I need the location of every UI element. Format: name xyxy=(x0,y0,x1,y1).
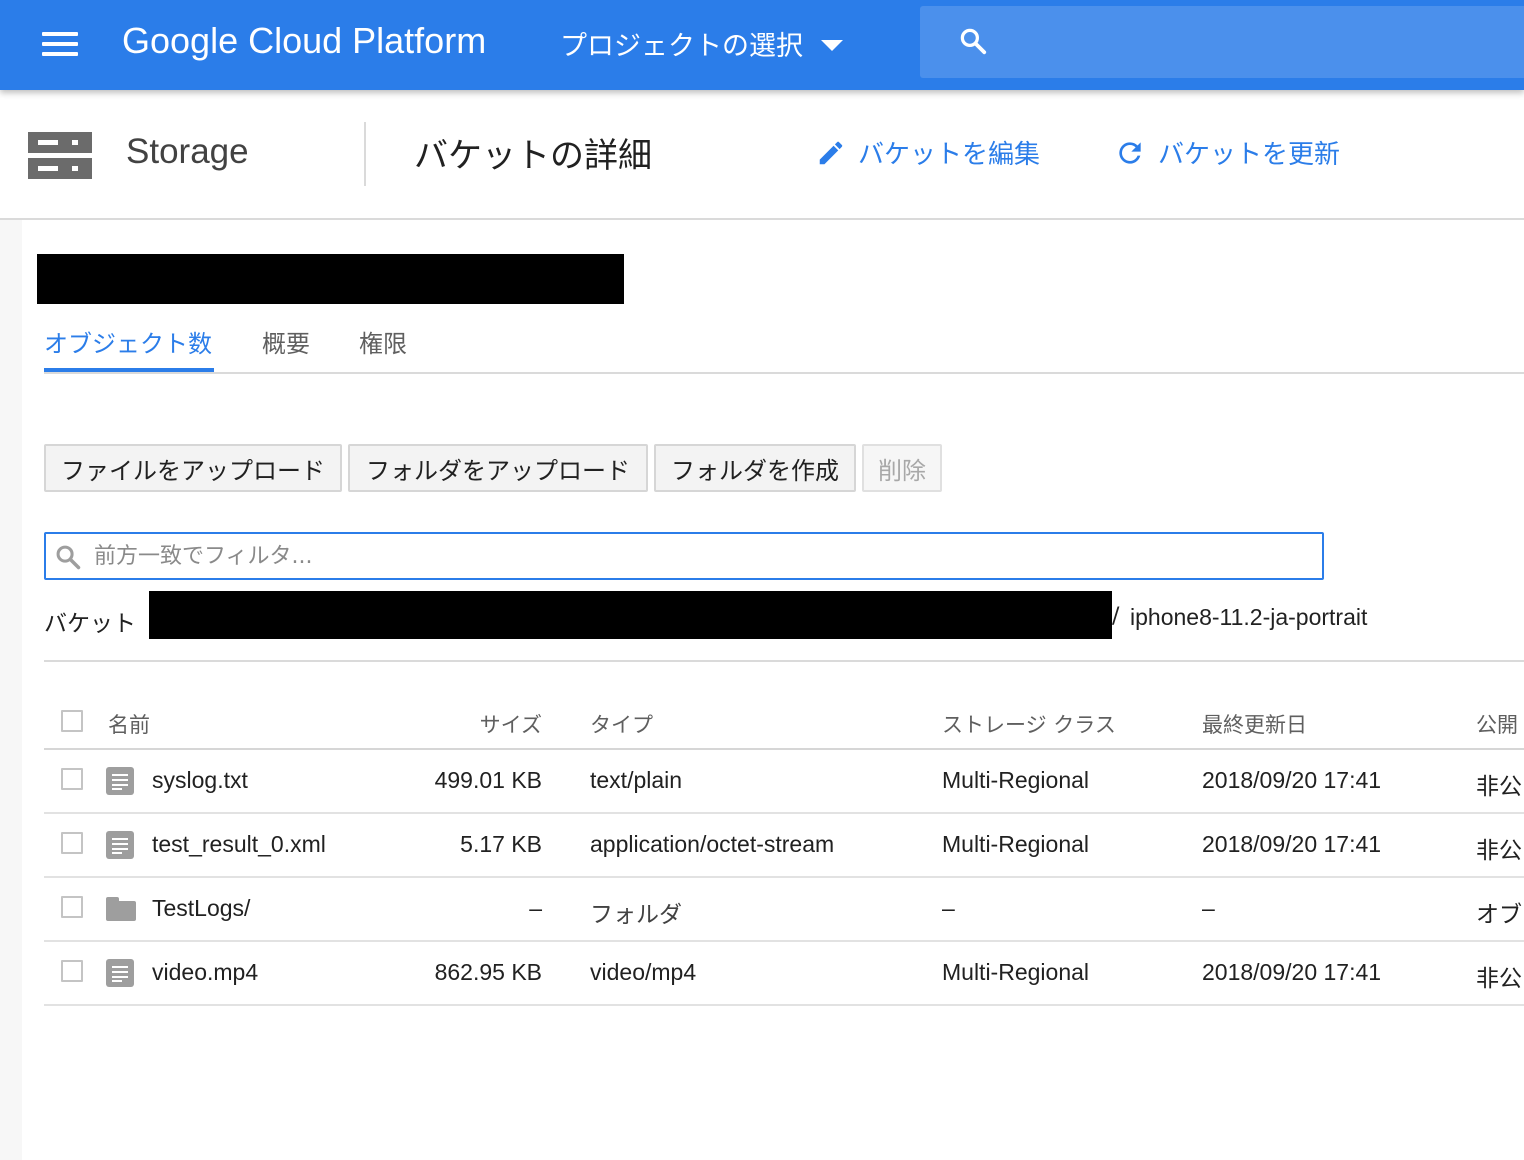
object-type: text/plain xyxy=(590,767,683,793)
breadcrumb-bucket-label[interactable]: バケット xyxy=(44,604,136,638)
edit-bucket-button[interactable]: バケットを編集 xyxy=(816,134,1040,171)
project-select-dropdown[interactable]: プロジェクトの選択 xyxy=(560,24,843,63)
storage-icon xyxy=(28,132,92,180)
tab-permissions[interactable]: 権限 xyxy=(359,324,407,359)
object-storage-class: Multi-Regional xyxy=(942,959,1090,985)
breadcrumb-current-folder: iphone8-11.2-ja-portrait xyxy=(1130,604,1368,630)
header-storage-class[interactable]: ストレージ クラス xyxy=(942,709,1116,739)
object-name[interactable]: test_result_0.xml xyxy=(152,831,326,858)
object-storage-class: – xyxy=(942,895,955,921)
top-app-bar: Google Cloud Platform プロジェクトの選択 xyxy=(0,0,1524,90)
object-public: オブ xyxy=(1476,901,1522,927)
object-type: application/octet-stream xyxy=(590,831,835,857)
project-select-label: プロジェクトの選択 xyxy=(560,31,803,62)
table-row: video.mp4 862.95 KB video/mp4 Multi-Regi… xyxy=(44,942,1524,1006)
object-size: 499.01 KB xyxy=(434,767,542,793)
table-row: syslog.txt 499.01 KB text/plain Multi-Re… xyxy=(44,750,1524,814)
file-icon xyxy=(106,831,134,859)
row-checkbox[interactable] xyxy=(61,960,83,982)
create-folder-button[interactable]: フォルダを作成 xyxy=(654,444,856,492)
file-icon xyxy=(106,959,134,987)
redacted-bucket-path xyxy=(149,591,1112,639)
object-last-modified: – xyxy=(1202,895,1215,921)
tab-objects[interactable]: オブジェクト数 xyxy=(44,324,212,359)
product-name[interactable]: Google Cloud Platform xyxy=(122,20,486,62)
object-size: – xyxy=(529,895,542,921)
section-title: Storage xyxy=(126,132,249,171)
hamburger-menu-icon[interactable] xyxy=(40,28,80,62)
header-size[interactable]: サイズ xyxy=(480,709,542,739)
breadcrumb-separator: / xyxy=(1112,604,1120,629)
refresh-icon xyxy=(1119,141,1141,164)
left-gutter xyxy=(0,220,22,1160)
redacted-bucket-name xyxy=(37,254,624,304)
prefix-filter[interactable] xyxy=(44,532,1324,580)
refresh-bucket-button[interactable]: バケットを更新 xyxy=(1114,134,1340,171)
breadcrumb-divider xyxy=(44,660,1524,662)
header-divider xyxy=(364,122,366,186)
search-icon xyxy=(56,545,81,570)
table-header-row: 名前 サイズ タイプ ストレージ クラス 最終更新日 公開 xyxy=(44,694,1524,750)
object-size: 862.95 KB xyxy=(434,959,542,985)
page-header: Storage バケットの詳細 バケットを編集 バケットを更新 xyxy=(0,90,1524,220)
object-last-modified: 2018/09/20 17:41 xyxy=(1202,767,1382,793)
row-checkbox[interactable] xyxy=(61,768,83,790)
search-icon xyxy=(960,28,987,55)
pencil-icon xyxy=(819,141,843,164)
object-name[interactable]: video.mp4 xyxy=(152,959,258,986)
tab-overview[interactable]: 概要 xyxy=(262,324,310,359)
delete-button[interactable]: 削除 xyxy=(862,444,942,492)
header-public[interactable]: 公開 xyxy=(1476,709,1518,739)
header-name[interactable]: 名前 xyxy=(108,709,150,739)
object-type: video/mp4 xyxy=(590,959,697,985)
tabs-divider xyxy=(44,372,1524,374)
table-row: test_result_0.xml 5.17 KB application/oc… xyxy=(44,814,1524,878)
object-storage-class: Multi-Regional xyxy=(942,831,1090,857)
row-checkbox[interactable] xyxy=(61,896,83,918)
object-storage-class: Multi-Regional xyxy=(942,767,1090,793)
header-last-modified[interactable]: 最終更新日 xyxy=(1202,709,1307,739)
folder-icon xyxy=(106,897,136,921)
object-public: 非公 xyxy=(1476,837,1522,863)
object-public: 非公 xyxy=(1476,773,1522,799)
object-name[interactable]: syslog.txt xyxy=(152,767,248,794)
filter-input[interactable] xyxy=(94,540,1294,572)
row-checkbox[interactable] xyxy=(61,832,83,854)
upload-folder-button[interactable]: フォルダをアップロード xyxy=(348,444,648,492)
page-title: バケットの詳細 xyxy=(414,136,652,176)
upload-files-button[interactable]: ファイルをアップロード xyxy=(44,444,342,492)
header-type[interactable]: タイプ xyxy=(590,709,653,739)
object-size: 5.17 KB xyxy=(460,831,542,857)
search-bar[interactable] xyxy=(920,6,1524,78)
object-last-modified: 2018/09/20 17:41 xyxy=(1202,831,1382,857)
table-row: TestLogs/ – フォルダ – – オブ xyxy=(44,878,1524,942)
object-public: 非公 xyxy=(1476,965,1522,991)
object-type: フォルダ xyxy=(590,902,682,928)
edit-bucket-label: バケットを編集 xyxy=(858,140,1041,170)
file-icon xyxy=(106,767,134,795)
select-all-checkbox[interactable] xyxy=(61,710,83,732)
refresh-bucket-label: バケットを更新 xyxy=(1158,140,1341,170)
object-name[interactable]: TestLogs/ xyxy=(152,895,250,922)
object-last-modified: 2018/09/20 17:41 xyxy=(1202,959,1382,985)
caret-down-icon xyxy=(821,40,843,51)
